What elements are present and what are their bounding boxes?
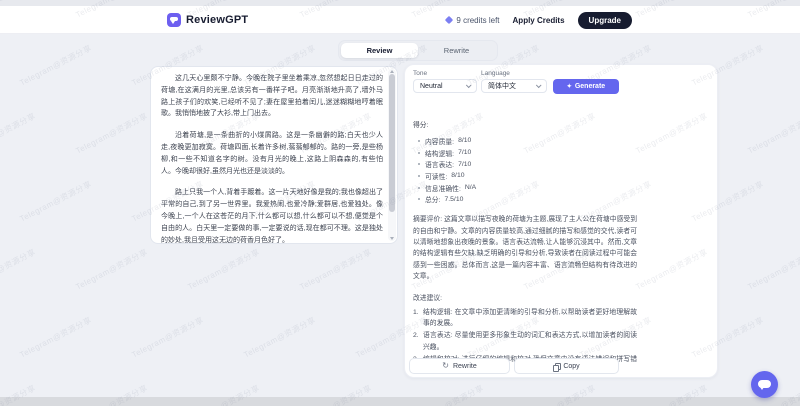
credits-indicator: 9 credits left: [445, 15, 500, 25]
tone-value: Neutral: [420, 82, 443, 90]
bullet-dot-icon: [418, 198, 420, 201]
suggestion-number: 1.: [413, 308, 419, 316]
watermark-text: Telegram@资源分享: [186, 247, 262, 292]
bullet-dot-icon: [418, 163, 420, 166]
score-value: 7/10: [458, 149, 472, 157]
sparkle-icon: ✦: [566, 84, 572, 90]
scrollbar-thumb[interactable]: [389, 74, 395, 212]
copy-icon: [553, 362, 562, 372]
app-header: ReviewGPT 9 credits left Apply Credits U…: [0, 6, 800, 34]
app-title: ReviewGPT: [186, 14, 249, 26]
window-bottom-edge: [0, 397, 800, 406]
watermark-text: Telegram@资源分享: [298, 247, 374, 292]
credits-label: 9 credits left: [456, 15, 500, 25]
suggestion-number: 2.: [413, 332, 419, 340]
watermark-text: Telegram@资源分享: [242, 315, 318, 360]
rewrite-label: Rewrite: [452, 362, 477, 370]
language-label: Language: [481, 70, 510, 77]
score-value: 7/10: [458, 160, 472, 168]
essay-paragraph: 这几天心里颇不宁静。今晚在院子里坐着乘凉,忽然想起日日走过的荷塘,在这满月的光里…: [161, 75, 383, 118]
bullet-dot-icon: [418, 186, 420, 189]
copy-label: Copy: [563, 362, 580, 370]
score-list: 内容质量: 8/10 结构逻辑: 7/10 语言表达: 7/10 可读性: 8/10 信息准确性…: [413, 135, 637, 205]
watermark-text: Telegram@资源分享: [74, 111, 150, 156]
chat-icon: [758, 380, 771, 390]
credit-gem-icon: [445, 15, 454, 25]
score-title: 得分:: [413, 122, 429, 129]
watermark-text: Telegram@资源分享: [18, 315, 94, 360]
chevron-down-icon: [535, 82, 542, 89]
watermark-text: Telegram@资源分享: [0, 247, 38, 292]
score-value: 8/10: [458, 137, 472, 145]
review-results: 得分: 内容质量: 8/10 结构逻辑: 7/10 语言表达: 7/10 可读性: 8/10 信…: [413, 119, 637, 378]
suggestions-title: 改进建议:: [413, 294, 443, 302]
essay-paragraph: 路上只我一个人,背着手踱着。这一片天地好像是我的;我也像超出了平常的自己,到了另…: [161, 189, 383, 243]
watermark-text: Telegram@资源分享: [0, 111, 38, 156]
score-label: 语言表达:: [425, 162, 455, 170]
bullet-dot-icon: [418, 174, 420, 177]
score-label: 可读性:: [425, 173, 448, 181]
watermark-text: Telegram@资源分享: [746, 247, 800, 292]
tab-review[interactable]: Review: [341, 43, 418, 58]
tone-select[interactable]: Neutral: [413, 79, 477, 93]
generate-button[interactable]: ✦ Generate: [553, 79, 619, 94]
score-label: 内容质量:: [425, 138, 455, 146]
suggestion-text: 结构逻辑: 在文章中添加更清晰的引导和分析,以帮助读者更好地理解故事的发展。: [423, 308, 637, 327]
scroll-down-icon[interactable]: [390, 237, 394, 240]
score-row: 结构逻辑: 7/10: [413, 147, 637, 159]
apply-credits-link[interactable]: Apply Credits: [513, 16, 565, 25]
bullet-dot-icon: [418, 151, 420, 154]
summary-label: 摘要评价:: [413, 216, 443, 224]
watermark-text: Telegram@资源分享: [18, 179, 94, 224]
suggestion-text: 语言表达: 尽量使用更多形象生动的词汇和表达方式,以增加读者的阅读兴趣。: [423, 332, 637, 351]
app-logo[interactable]: ReviewGPT: [167, 13, 248, 27]
essay-paragraph: 沿着荷塘,是一条曲折的小煤屑路。这是一条幽僻的路;白天也少人走,夜晚更加寂寞。荷…: [161, 132, 383, 175]
scroll-up-icon[interactable]: [390, 70, 394, 73]
watermark-text: Telegram@资源分享: [746, 111, 800, 156]
header-actions: 9 credits left Apply Credits Upgrade: [445, 6, 632, 34]
score-row: 内容质量: 8/10: [413, 135, 637, 147]
score-row: 信息准确性: N/A: [413, 182, 637, 194]
summary-paragraph: 摘要评价: 这篇文章以描写夜晚的荷塘为主题,展现了主人公在荷塘中感受到的自由和宁…: [413, 214, 637, 282]
mode-tabs: Review Rewrite: [338, 40, 498, 61]
refresh-icon: ↻: [442, 361, 449, 370]
watermark-text: Telegram@资源分享: [130, 315, 206, 360]
watermark-text: Telegram@资源分享: [74, 247, 150, 292]
score-label: 信息准确性:: [425, 185, 461, 193]
review-panel: Tone Neutral Language 简体中文 ✦ Generate 得分…: [404, 64, 718, 378]
rewrite-button[interactable]: ↻ Rewrite: [409, 358, 510, 374]
tone-label: Tone: [413, 70, 428, 77]
score-label: 总分:: [425, 197, 441, 205]
chat-bubble-logo-icon: [167, 13, 181, 27]
score-value: N/A: [464, 184, 477, 192]
score-row: 可读性: 8/10: [413, 170, 637, 182]
score-row: 语言表达: 7/10: [413, 158, 637, 170]
tab-rewrite[interactable]: Rewrite: [418, 43, 495, 58]
score-row: 总分: 7.5/10: [413, 193, 637, 205]
upgrade-button[interactable]: Upgrade: [577, 11, 632, 29]
score-value: 7.5/10: [444, 195, 464, 203]
chevron-down-icon: [465, 82, 472, 89]
essay-input-area[interactable]: 这几天心里颇不宁静。今晚在院子里坐着乘凉,忽然想起日日走过的荷塘,在这满月的光里…: [150, 66, 398, 244]
bullet-dot-icon: [418, 139, 420, 142]
summary-text: 这篇文章以描写夜晚的荷塘为主题,展现了主人公在荷塘中感受到的自由和宁静。文章的内…: [413, 216, 638, 281]
suggestion-item: 2. 语言表达: 尽量使用更多形象生动的词汇和表达方式,以增加读者的阅读兴趣。: [413, 330, 637, 353]
generate-label: Generate: [574, 83, 606, 90]
score-label: 结构逻辑:: [425, 150, 455, 158]
essay-text[interactable]: 这几天心里颇不宁静。今晚在院子里坐着乘凉,忽然想起日日走过的荷塘,在这满月的光里…: [151, 67, 385, 243]
chat-widget-button[interactable]: [751, 371, 778, 398]
score-value: 8/10: [451, 172, 465, 180]
watermark-text: Telegram@资源分享: [18, 43, 94, 88]
suggestion-item: 1. 结构逻辑: 在文章中添加更清晰的引导和分析,以帮助读者更好地理解故事的发展。: [413, 307, 637, 330]
copy-button[interactable]: Copy: [514, 358, 619, 374]
essay-scrollbar[interactable]: [388, 69, 396, 241]
language-select[interactable]: 简体中文: [481, 79, 547, 93]
language-value: 简体中文: [488, 83, 516, 90]
